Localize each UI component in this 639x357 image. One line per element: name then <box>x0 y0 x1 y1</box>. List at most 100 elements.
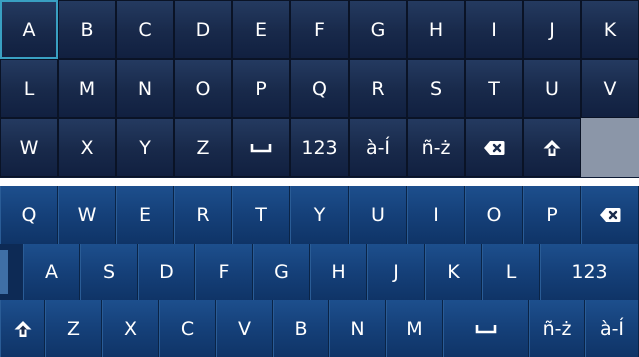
key-y[interactable]: Y <box>116 118 174 177</box>
key-label: J <box>393 261 399 283</box>
key-m[interactable]: M <box>58 59 116 118</box>
key-label: W <box>19 136 39 159</box>
key-l[interactable]: L <box>482 244 540 300</box>
space-icon <box>250 143 272 153</box>
key-backspace[interactable] <box>581 186 639 244</box>
key-numbers[interactable]: 123 <box>290 118 349 177</box>
key-label: à-Í <box>365 136 391 159</box>
key-label: V <box>603 77 617 100</box>
key-label: M <box>78 77 96 100</box>
key-shift[interactable] <box>0 300 45 357</box>
key-y[interactable]: Y <box>290 186 349 244</box>
key-s[interactable]: S <box>80 244 138 300</box>
key-d[interactable]: D <box>138 244 195 300</box>
key-p[interactable]: P <box>232 59 290 118</box>
key-label: R <box>371 77 385 100</box>
key-label: Y <box>313 204 326 226</box>
key-label: B <box>80 18 94 41</box>
key-e[interactable]: E <box>232 0 290 59</box>
key-label: T <box>255 204 267 226</box>
key-v[interactable]: V <box>216 300 273 357</box>
key-label: S <box>102 261 116 283</box>
key-m[interactable]: M <box>386 300 443 357</box>
key-h[interactable]: H <box>407 0 465 59</box>
key-accented[interactable]: à-Í <box>349 118 407 177</box>
key-k[interactable]: K <box>581 0 639 59</box>
key-label: E <box>138 204 151 226</box>
key-w[interactable]: W <box>0 118 58 177</box>
backspace-icon <box>599 207 621 223</box>
key-o[interactable]: O <box>465 186 523 244</box>
key-x[interactable]: X <box>58 118 116 177</box>
backspace-icon <box>483 140 505 156</box>
key-label: W <box>77 204 97 226</box>
key-b[interactable]: B <box>58 0 116 59</box>
key-j[interactable]: J <box>367 244 425 300</box>
key-a[interactable]: A <box>0 0 58 59</box>
key-i[interactable]: I <box>465 0 523 59</box>
key-z[interactable]: Z <box>45 300 102 357</box>
key-t[interactable]: T <box>232 186 290 244</box>
key-label: Q <box>312 77 327 100</box>
key-s[interactable]: S <box>407 59 465 118</box>
key-u[interactable]: U <box>349 186 407 244</box>
key-label: J <box>549 18 555 41</box>
key-shift[interactable] <box>523 118 581 177</box>
key-x[interactable]: X <box>102 300 159 357</box>
key-f[interactable]: F <box>195 244 253 300</box>
key-j[interactable]: J <box>523 0 581 59</box>
key-space[interactable] <box>443 300 529 357</box>
key-z[interactable]: Z <box>174 118 232 177</box>
key-r[interactable]: R <box>174 186 232 244</box>
key-e[interactable]: E <box>116 186 174 244</box>
key-label: R <box>196 204 210 226</box>
key-label: N <box>137 77 153 100</box>
key-label: A <box>22 18 36 41</box>
key-r[interactable]: R <box>349 59 407 118</box>
key-p[interactable]: P <box>523 186 581 244</box>
key-label: B <box>294 317 308 340</box>
key-g[interactable]: G <box>253 244 310 300</box>
key-q[interactable]: Q <box>0 186 58 244</box>
key-label: U <box>545 77 559 100</box>
key-c[interactable]: C <box>159 300 216 357</box>
key-space[interactable] <box>232 118 290 177</box>
key-label: H <box>428 18 444 41</box>
key-q[interactable]: Q <box>290 59 349 118</box>
row-indent-accent <box>0 250 8 294</box>
key-backspace[interactable] <box>465 118 523 177</box>
key-a[interactable]: A <box>23 244 80 300</box>
key-numbers[interactable]: 123 <box>540 244 639 300</box>
key-accented[interactable]: à-Í <box>585 300 639 357</box>
key-n[interactable]: N <box>329 300 386 357</box>
key-label: D <box>159 261 174 283</box>
key-label: M <box>406 317 423 340</box>
key-label: I <box>433 204 439 226</box>
key-label: Z <box>196 136 210 159</box>
key-u[interactable]: U <box>523 59 581 118</box>
key-v[interactable]: V <box>581 59 639 118</box>
key-label: O <box>486 204 502 226</box>
key-label: G <box>370 18 386 41</box>
key-b[interactable]: B <box>273 300 329 357</box>
key-d[interactable]: D <box>174 0 232 59</box>
key-h[interactable]: H <box>310 244 367 300</box>
key-f[interactable]: F <box>290 0 349 59</box>
key-label: S <box>429 77 443 100</box>
key-w[interactable]: W <box>58 186 116 244</box>
key-k[interactable]: K <box>425 244 482 300</box>
key-t[interactable]: T <box>465 59 523 118</box>
key-l[interactable]: L <box>0 59 58 118</box>
key-label: I <box>491 18 497 41</box>
key-special[interactable]: ñ-ż <box>407 118 465 177</box>
key-g[interactable]: G <box>349 0 407 59</box>
key-i[interactable]: I <box>407 186 465 244</box>
key-label: P <box>546 204 558 226</box>
key-o[interactable]: O <box>174 59 232 118</box>
key-n[interactable]: N <box>116 59 174 118</box>
key-label: C <box>138 18 152 41</box>
key-c[interactable]: C <box>116 0 174 59</box>
key-special[interactable]: ñ-ż <box>529 300 585 357</box>
shift-icon <box>13 319 33 339</box>
key-label: A <box>45 261 58 283</box>
